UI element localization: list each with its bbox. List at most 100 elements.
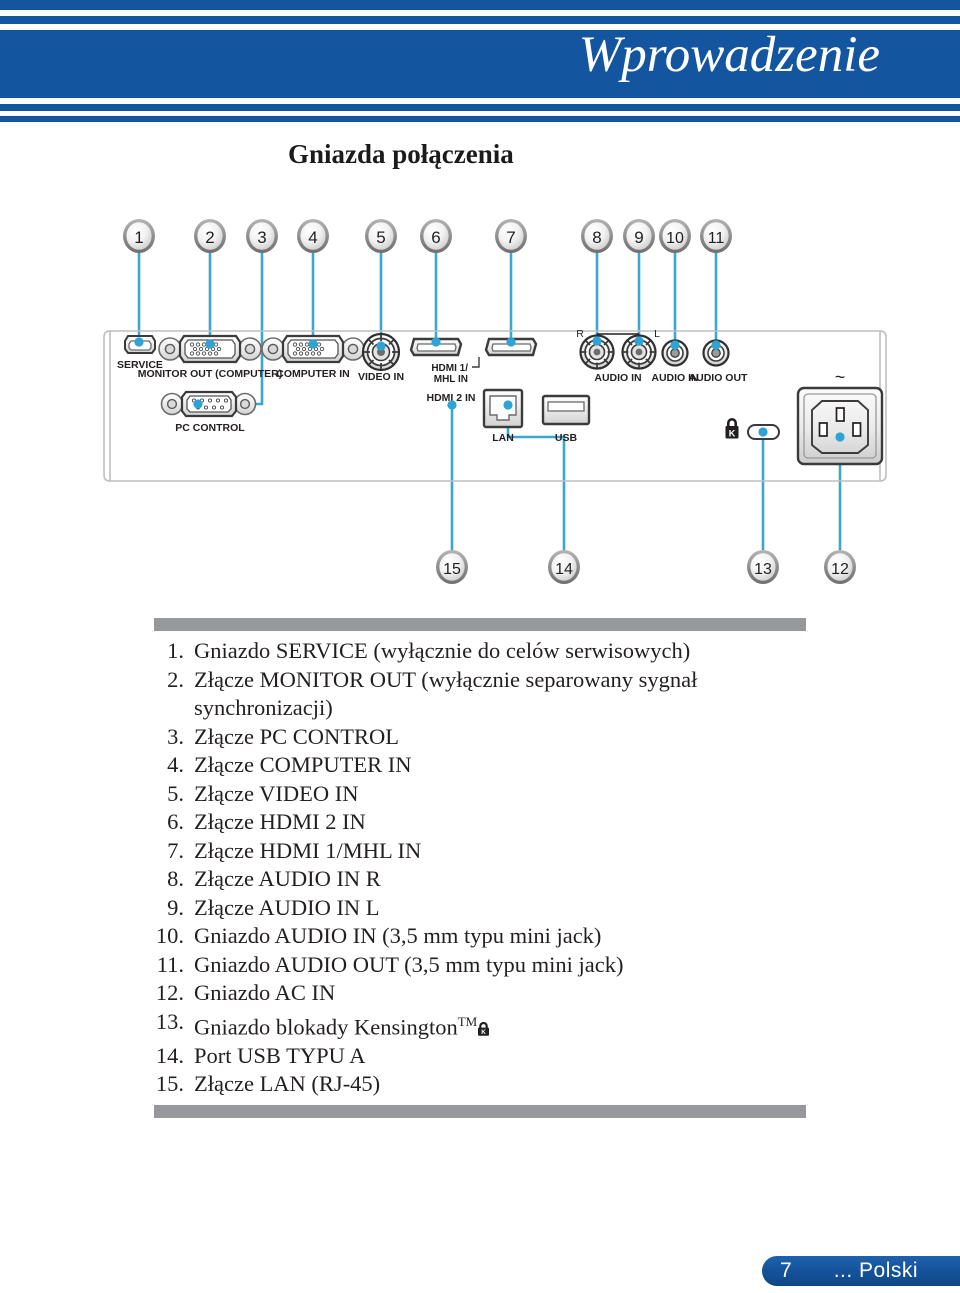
list-item: 11. Gniazdo AUDIO OUT (3,5 mm typu mini j… (154, 951, 806, 980)
list-item-text: Gniazdo AUDIO IN (3,5 mm typu mini jack) (194, 922, 806, 951)
list-item-label: Gniazdo SERVICE (wyłącznie do celów serw… (194, 638, 691, 663)
list-item-label: Gniazdo AC IN (194, 980, 336, 1005)
callout-circle-11[interactable]: 11 (700, 219, 732, 253)
list-item-number: 15. (155, 1071, 184, 1096)
callout-number-8: 8 (592, 228, 601, 247)
section-heading: Gniazda połączenia (288, 139, 514, 169)
list-item-number: 2. (167, 666, 184, 692)
callout-circle-10[interactable]: 10 (659, 219, 691, 253)
list-item-number: 4. (167, 752, 184, 777)
callout-number-7: 7 (506, 228, 515, 247)
page-header-banner: Wprowadzenie (0, 0, 960, 122)
list-item: 6. Złącze HDMI 2 IN (154, 808, 806, 837)
list-item-label: Złącze AUDIO IN R (194, 866, 381, 891)
page-title: Wprowadzenie (578, 27, 880, 83)
list-item-number: 12. (155, 980, 184, 1005)
list-item-text: Gniazdo AUDIO OUT (3,5 mm typu mini jack… (194, 951, 806, 980)
list-item: 13. Gniazdo blokady KensingtonTM K (154, 1008, 806, 1042)
list-item: 3. Złącze PC CONTROL (154, 723, 806, 752)
callout-circle-3[interactable]: 3 (246, 219, 278, 253)
port-lan (482, 388, 524, 429)
callout-circles-top: 1 2 3 4 5 6 7 8 9 10 11 (123, 219, 732, 253)
list-item-number: 9. (167, 894, 184, 920)
list-item-number: 1. (167, 638, 184, 663)
callout-number-10: 10 (666, 230, 684, 247)
list-item-text: Złącze LAN (RJ-45) (194, 1070, 806, 1099)
list-item-text: Złącze VIDEO IN (194, 780, 806, 809)
callout-circle-2[interactable]: 2 (194, 219, 226, 253)
port-label-lan: LAN (492, 432, 514, 444)
list-item-number: 14. (155, 1042, 184, 1068)
list-item-text: Złącze COMPUTER IN (194, 751, 806, 780)
header-band-top-2 (0, 16, 960, 24)
kensington-lock-icon: K (477, 1015, 490, 1036)
list-item-label: Złącze HDMI 1/MHL IN (194, 837, 422, 863)
list-item-text: Złącze HDMI 1/MHL IN (194, 837, 806, 866)
list-item-text: Złącze AUDIO IN R (194, 865, 806, 894)
list-item-number: 3. (167, 723, 184, 749)
list-item: 14. Port USB TYPU A (154, 1042, 806, 1071)
list-item-text: Złącze MONITOR OUT (wyłącznie separowany… (194, 666, 806, 723)
list-item-label: Złącze PC CONTROL (194, 723, 399, 749)
list-item-text: Złącze AUDIO IN L (194, 894, 806, 923)
list-item: 15. Złącze LAN (RJ-45) (154, 1070, 806, 1099)
list-item-text: Złącze HDMI 2 IN (194, 808, 806, 837)
list-item: 4. Złącze COMPUTER IN (154, 751, 806, 780)
list-item-number: 7. (167, 837, 184, 863)
footer-language-label: ... Polski (833, 1259, 919, 1282)
callout-circle-8[interactable]: 8 (581, 219, 613, 253)
hdmi1-label-bracket (472, 357, 480, 368)
list-item: 2. Złącze MONITOR OUT (wyłącznie separowa… (154, 666, 806, 723)
list-rule-bottom (154, 1104, 806, 1118)
list-item-number: 10. (155, 923, 184, 948)
callout-circle-9[interactable]: 9 (623, 219, 655, 253)
list-item-text: Gniazdo blokady KensingtonTM K (194, 1008, 806, 1042)
callout-circle-13[interactable]: 13 (747, 550, 779, 584)
callout-circle-7[interactable]: 7 (495, 219, 527, 253)
list-item-text: Gniazdo SERVICE (wyłącznie do celów serw… (194, 637, 806, 666)
ac-in-tilde-symbol: ~ (835, 367, 846, 387)
port-label-rca-l: L (654, 328, 660, 340)
list-item-number: 5. (167, 780, 184, 806)
callout-number-15: 15 (443, 561, 461, 578)
callout-circle-4[interactable]: 4 (297, 219, 329, 253)
port-label-hdmi1-mhl-line1: HDMI 1/ (431, 363, 468, 374)
port-label-rca-r: R (576, 328, 584, 340)
callout-circle-5[interactable]: 5 (365, 219, 397, 253)
port-label-audio-out: AUDIO OUT (689, 372, 749, 384)
list-item: 5. Złącze VIDEO IN (154, 780, 806, 809)
list-item-number: 11. (156, 951, 184, 977)
trademark-symbol: TM (457, 1013, 478, 1029)
callout-circle-14[interactable]: 14 (548, 550, 580, 584)
list-item-label: Złącze HDMI 2 IN (194, 809, 366, 834)
callout-circle-6[interactable]: 6 (420, 219, 452, 253)
port-ac-in (796, 386, 884, 466)
callout-circle-12[interactable]: 12 (824, 550, 856, 584)
callout-circles-bottom: 15 14 13 12 (436, 550, 856, 584)
list-item: 12. Gniazdo AC IN (154, 979, 806, 1008)
list-item-text: Złącze PC CONTROL (194, 723, 806, 752)
list-rule-top (154, 618, 806, 631)
list-item: 1. Gniazdo SERVICE (wyłącznie do celów se… (154, 637, 806, 666)
callout-number-14: 14 (555, 561, 573, 578)
port-label-pc-control: PC CONTROL (175, 422, 245, 434)
port-label-computer-in: COMPUTER IN (276, 368, 350, 380)
callout-circle-1[interactable]: 1 (123, 219, 155, 253)
callout-number-4: 4 (308, 228, 317, 247)
footer-pill: 7 ... Polski (762, 1256, 960, 1286)
callout-number-9: 9 (634, 228, 643, 247)
kensington-lock-icon: K (725, 418, 739, 439)
port-label-monitor-out: MONITOR OUT (COMPUTER) (138, 368, 282, 380)
list-item-text: Port USB TYPU A (194, 1042, 806, 1071)
callout-number-13: 13 (754, 561, 772, 578)
callout-circle-15[interactable]: 15 (436, 550, 468, 584)
list-item-text: Gniazdo AC IN (194, 979, 806, 1008)
connector-list: 1. Gniazdo SERVICE (wyłącznie do celów se… (154, 631, 806, 1105)
page-number: 7 (780, 1259, 792, 1282)
svg-text:K: K (729, 429, 736, 439)
list-item: 9. Złącze AUDIO IN L (154, 894, 806, 923)
port-label-video-in: VIDEO IN (358, 371, 404, 383)
callout-number-11: 11 (708, 230, 725, 247)
list-item-label: Złącze LAN (RJ-45) (194, 1071, 381, 1096)
port-label-usb: USB (555, 432, 578, 444)
